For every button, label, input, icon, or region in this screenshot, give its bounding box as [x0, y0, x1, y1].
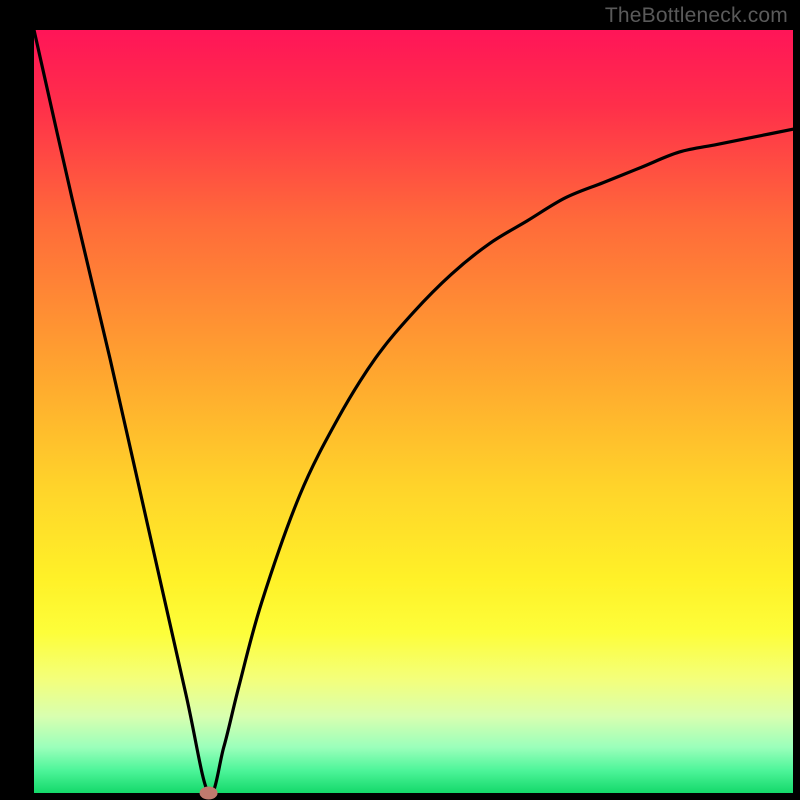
chart-container: TheBottleneck.com	[0, 0, 800, 800]
watermark-text: TheBottleneck.com	[605, 4, 788, 28]
plot-background	[34, 30, 793, 793]
bottleneck-chart	[0, 0, 800, 800]
optimal-point-marker	[200, 787, 218, 800]
